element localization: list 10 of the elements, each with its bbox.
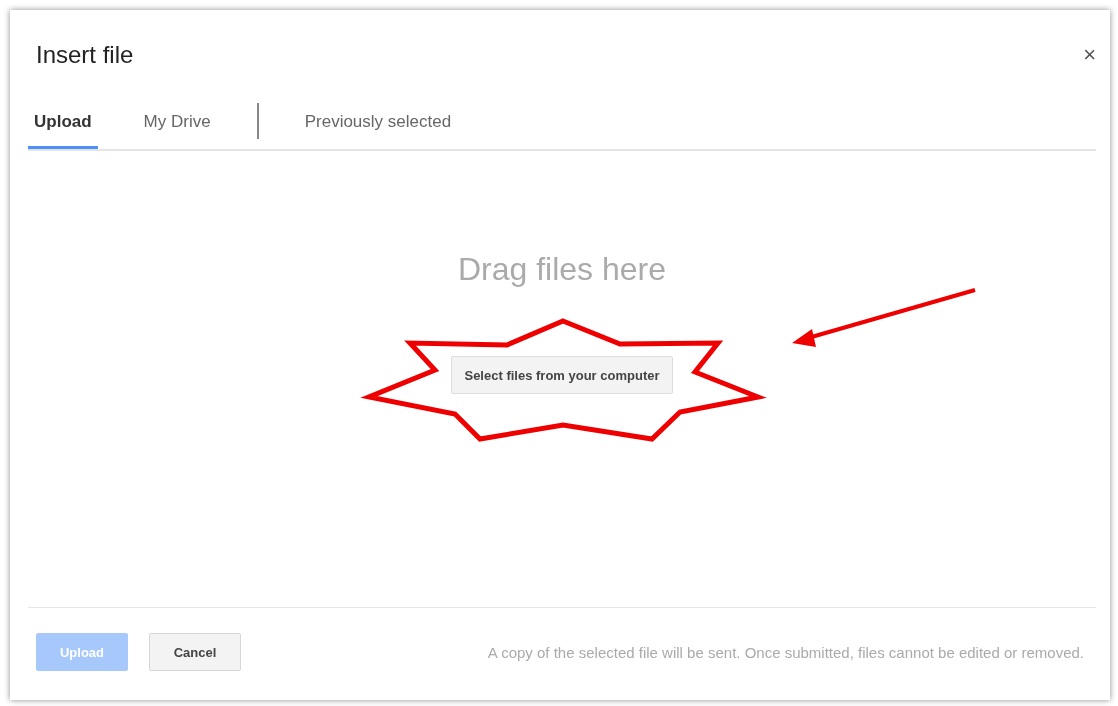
tab[interactable]: Upload xyxy=(28,93,98,149)
tab-separator xyxy=(256,103,259,139)
drop-zone-heading: Drag files here xyxy=(457,251,667,288)
cancel-button[interactable]: Cancel xyxy=(149,633,241,671)
close-button[interactable]: × xyxy=(1083,42,1096,68)
dialog-title: Insert file xyxy=(36,41,134,69)
tab[interactable]: Previously selected xyxy=(298,93,458,149)
tab[interactable]: My Drive xyxy=(137,93,217,149)
footer-note: A copy of the selected file will be sent. Once submitted, files cannot be edited or removed. xyxy=(487,643,1084,661)
select-files-button[interactable]: Select files from your computer xyxy=(451,356,673,394)
